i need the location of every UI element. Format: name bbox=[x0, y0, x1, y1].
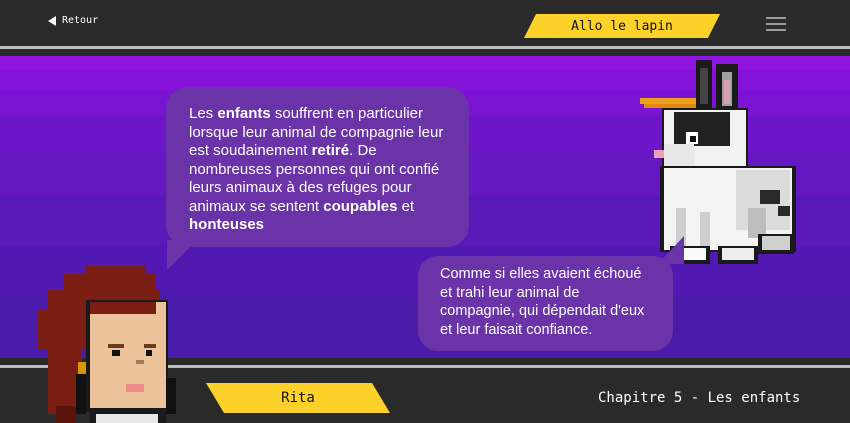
back-label: Retour bbox=[62, 15, 99, 26]
speech-bubble-rita: Les enfants souffrent en particulier lor… bbox=[166, 87, 469, 247]
top-divider bbox=[0, 46, 850, 49]
rita-portrait bbox=[38, 266, 176, 423]
speaker-name-tag: Rita bbox=[206, 383, 390, 413]
top-bar: Retour Allo le lapin bbox=[0, 0, 850, 46]
game-title-tag: Allo le lapin bbox=[524, 14, 720, 38]
hamburger-menu-icon[interactable] bbox=[766, 17, 786, 32]
rabbit-sprite bbox=[640, 60, 796, 264]
back-button[interactable]: Retour bbox=[48, 15, 98, 26]
game-title: Allo le lapin bbox=[571, 18, 673, 34]
speech-bubble-rabbit: Comme si elles avaient échoué et trahi l… bbox=[418, 256, 673, 351]
back-arrow-icon bbox=[48, 15, 56, 26]
speaker-name: Rita bbox=[281, 390, 315, 406]
chapter-title: Chapitre 5 - Les enfants bbox=[598, 390, 801, 406]
